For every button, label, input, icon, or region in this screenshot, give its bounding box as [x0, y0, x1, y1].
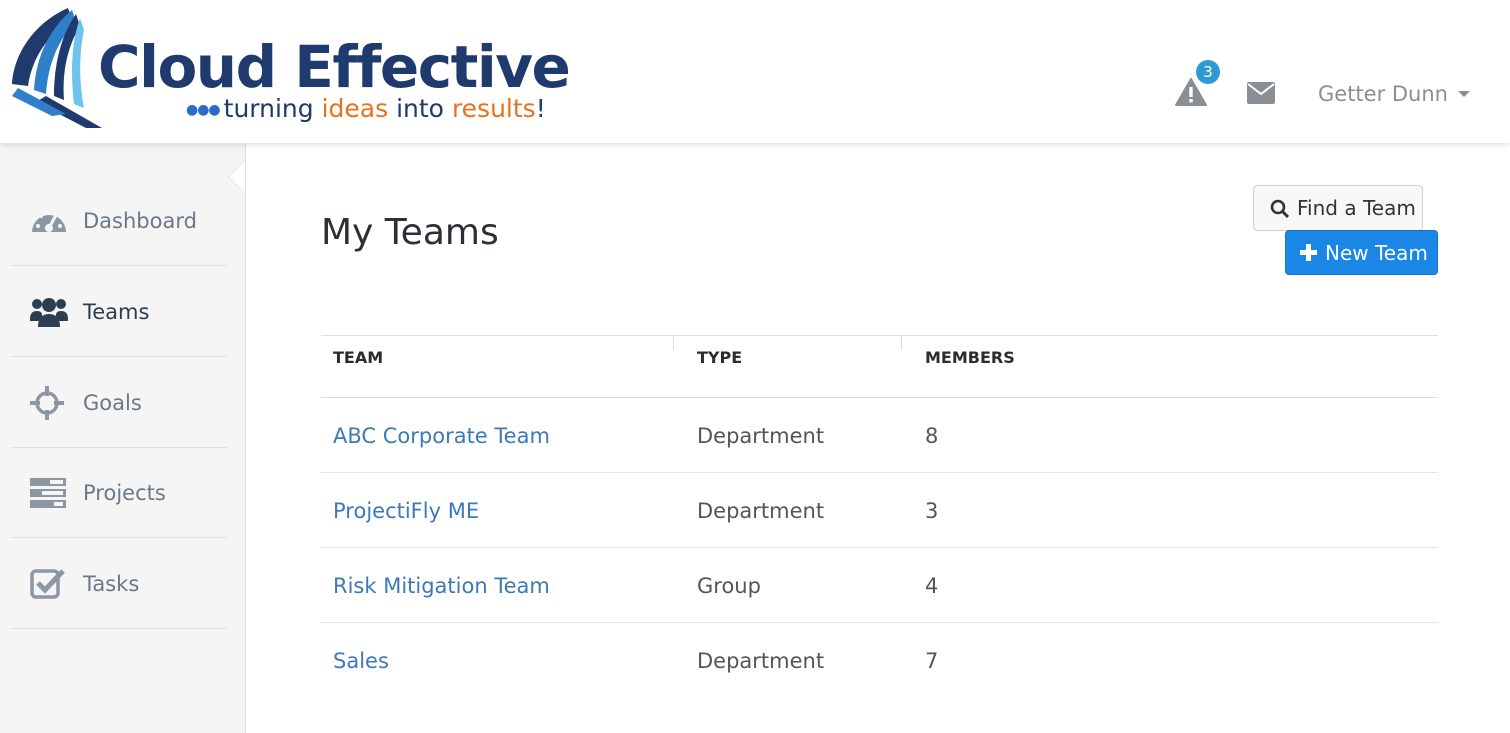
team-type: Department — [697, 424, 825, 448]
column-header-type[interactable]: TYPE — [697, 348, 742, 367]
sidebar-item-label: Dashboard — [83, 208, 197, 233]
plus-icon — [1300, 244, 1317, 261]
user-menu-dropdown[interactable]: Getter Dunn — [1318, 80, 1470, 108]
team-type: Department — [697, 499, 825, 523]
column-divider — [673, 336, 674, 350]
find-team-button[interactable]: Find a Team — [1253, 185, 1423, 231]
sidebar-item-label: Tasks — [83, 571, 140, 596]
teams-table: TEAM TYPE MEMBERS ABC Corporate Team Dep… — [321, 335, 1438, 698]
column-header-team[interactable]: TEAM — [333, 348, 383, 367]
column-divider — [901, 336, 902, 350]
sidebar-item-label: Goals — [83, 390, 142, 415]
tasks-list-icon — [30, 477, 66, 508]
check-square-icon — [30, 568, 65, 599]
messages-button[interactable] — [1247, 82, 1275, 104]
team-members-count: 7 — [925, 649, 939, 673]
team-type: Department — [697, 649, 825, 673]
logo-swoosh-icon — [12, 8, 102, 128]
user-name: Getter Dunn — [1318, 82, 1448, 106]
column-header-members[interactable]: MEMBERS — [925, 348, 1015, 367]
dashboard-gauge-icon — [32, 209, 66, 232]
envelope-icon — [1247, 82, 1275, 104]
search-icon — [1270, 199, 1289, 218]
sidebar-item-goals[interactable]: Goals — [10, 358, 227, 448]
logo-tagline: ●●● turning ideas into results! — [186, 94, 546, 123]
sidebar-item-teams[interactable]: Teams — [10, 267, 227, 357]
table-row: Sales Department 7 — [321, 623, 1438, 698]
caret-down-icon — [1458, 91, 1470, 97]
find-team-label: Find a Team — [1297, 196, 1416, 220]
team-link[interactable]: Sales — [333, 649, 389, 673]
team-members-count: 3 — [925, 499, 939, 523]
notification-count-badge: 3 — [1196, 60, 1220, 84]
table-row: Risk Mitigation Team Group 4 — [321, 548, 1438, 623]
cloud-effective-logo[interactable]: Cloud Effective ●●● turning ideas into re… — [6, 4, 571, 128]
users-icon — [30, 297, 68, 327]
team-members-count: 8 — [925, 424, 939, 448]
page-title: My Teams — [321, 212, 499, 253]
table-row: ABC Corporate Team Department 8 — [321, 398, 1438, 473]
new-team-button[interactable]: New Team — [1285, 230, 1438, 275]
team-type: Group — [697, 574, 761, 598]
sidebar-item-label: Projects — [83, 480, 166, 505]
team-members-count: 4 — [925, 574, 939, 598]
sidebar-item-dashboard[interactable]: Dashboard — [10, 176, 227, 266]
crosshairs-icon — [30, 385, 64, 420]
new-team-label: New Team — [1325, 240, 1428, 265]
tagline-dots: ●●● — [186, 102, 221, 118]
table-header: TEAM TYPE MEMBERS — [321, 335, 1438, 398]
team-link[interactable]: ProjectiFly ME — [333, 499, 479, 523]
top-header: Cloud Effective ●●● turning ideas into re… — [0, 0, 1510, 143]
logo-wordmark: Cloud Effective — [98, 33, 571, 101]
team-link[interactable]: ABC Corporate Team — [333, 424, 550, 448]
sidebar-item-tasks[interactable]: Tasks — [10, 539, 227, 629]
sidebar-item-label: Teams — [83, 299, 150, 324]
active-indicator — [229, 161, 245, 193]
team-link[interactable]: Risk Mitigation Team — [333, 574, 550, 598]
table-row: ProjectiFly ME Department 3 — [321, 473, 1438, 548]
sidebar-item-projects[interactable]: Projects — [10, 448, 227, 538]
